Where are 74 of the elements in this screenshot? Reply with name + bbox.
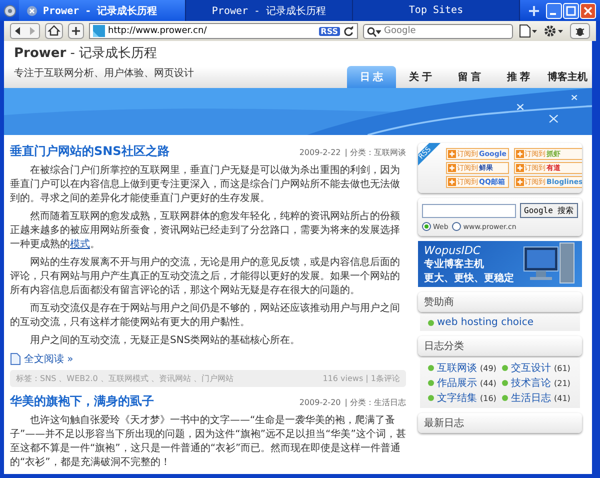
category-count: (41) — [554, 394, 570, 402]
reload-icon[interactable] — [343, 26, 354, 36]
browser-tab[interactable]: Top Sites — [353, 0, 520, 21]
category-count: (16) — [480, 394, 496, 402]
post-tags: 标签：SNS 、WEB2.0 、互联网模式 、资讯网站 、门户网站 — [16, 373, 234, 384]
plus-icon — [516, 178, 524, 186]
nav-tab[interactable]: 关 于 — [396, 66, 445, 88]
rss-badge[interactable]: RSS — [318, 26, 340, 36]
bullet-icon — [502, 395, 508, 401]
category-link[interactable]: 技术言论 — [511, 376, 551, 390]
widget-header: 最新日志 — [418, 413, 582, 433]
site-title[interactable]: Prower - 记录成长历程 — [14, 44, 194, 62]
compass-icon — [4, 4, 16, 16]
nav-tab[interactable]: 博客主机 — [543, 66, 592, 88]
minimize-icon[interactable] — [546, 2, 562, 18]
post-paragraph: 而互动交流仅是存在于网站与用户之间仍是不够的，网站还应该推动用户与用户之间的互动交流，只有这样才能使网站有更大的用户黏性。 — [10, 302, 401, 330]
post-paragraph: 用户之间的互动交流，无疑正是SNS类网站的基础核心所在。 — [29, 334, 302, 348]
category-count: (61) — [554, 364, 570, 372]
plus-icon — [448, 164, 456, 172]
widget-header: 日志分类 — [418, 336, 582, 356]
post-title[interactable]: 华美的旗袍下，满身的虱子 — [10, 393, 154, 410]
home-icon[interactable] — [45, 23, 63, 39]
close-icon[interactable] — [580, 2, 596, 18]
inline-link[interactable]: 模式 — [70, 239, 90, 250]
plus-icon — [516, 150, 524, 158]
post-paragraph: 然而随着互联网的愈发成熟，互联网群体的愈发年轻化，纯粹的资讯网站所占的份额正越来越多的被应用网站所蚕食，资讯网站已经走到了分岔路口，需要为将来的发展选择一种更成熟的模式。 — [10, 210, 401, 252]
ad-headline: 专业博客主机 — [424, 257, 485, 270]
category-link[interactable]: 文字结集 — [437, 391, 477, 405]
category-link[interactable]: 互联网谈 — [437, 361, 477, 375]
close-icon[interactable] — [27, 6, 37, 16]
bug-icon[interactable] — [570, 23, 590, 39]
bullet-icon — [428, 365, 434, 371]
category-count: (44) — [480, 378, 496, 388]
post-date: 2009-2-22 — [299, 148, 341, 157]
post-paragraph: 也许这句触自张爱玲《天才梦》一书中的文字——“生命是一袭华美的袍，爬满了蚤子”——并不足以形容当下所出现的问题，因为这件“旗袍”远不足以担当“华美”这个词，甚至这都不算是一件“旗袍”，这只是一件普通的“衣衫”而已。然而现在即使是这样一件普通的“衣衫”，都是充满破洞不完整的！ — [10, 414, 406, 470]
browser-tab[interactable]: Prower - 记录成长历程 — [19, 0, 186, 21]
post-paragraph: 网站的生存发展离不开与用户的交流，无论是用户的意见反馈，或是内容信息后面的评论，只有网站与用户产生真正的互动交流之后，才能得以更好的发展。如果一个网站的所有内容信息后面都没有留言评论的话，那这个网站无疑是存在很大的问题的。 — [10, 256, 401, 298]
read-more-link[interactable]: 全文阅读 » — [24, 352, 74, 366]
plus-icon — [516, 164, 524, 172]
search-input[interactable] — [422, 204, 516, 218]
widget-header: 赞助商 — [418, 292, 582, 312]
post-stats: 116 views | 1条评论 — [322, 373, 400, 384]
page-menu-icon[interactable] — [518, 24, 538, 38]
ad-brand: WopusIDC — [424, 244, 482, 256]
search-field[interactable]: Google — [363, 24, 513, 38]
address-field[interactable]: http://www.prower.cn/ RSS — [89, 23, 358, 39]
document-icon — [10, 353, 21, 365]
ad-slogan: 更大、更快、更稳定 — [424, 271, 514, 284]
plus-icon — [448, 150, 456, 158]
category-link[interactable]: 作品展示 — [437, 376, 477, 390]
plus-icon[interactable] — [68, 23, 84, 39]
maximize-icon[interactable] — [563, 2, 579, 18]
post-date: 2009-2-20 — [299, 398, 341, 407]
post-paragraph: 在被综合门户们所掌控的互联网里，垂直门户无疑是可以做为杀出重围的利剑，因为垂直门户可以在内容信息上做到更专注更深入，而这是综合门户网站所不能去做也无法做到的。寻求之间的差异化才能使垂直门户更好的生存发展。 — [10, 164, 401, 206]
nav-tab[interactable]: 留 言 — [445, 66, 494, 88]
bullet-icon — [502, 365, 508, 371]
browser-tab[interactable]: Prower - 记录成长历程 — [186, 0, 353, 21]
category-link[interactable]: 交互设计 — [511, 361, 551, 375]
nav-tab[interactable]: 推 荐 — [494, 66, 543, 88]
site-tagline: 专注于互联网分析、用户体验、网页设计 — [14, 66, 194, 80]
plus-icon — [448, 178, 456, 186]
bullet-icon — [428, 395, 434, 401]
bullet-icon — [428, 320, 434, 326]
post-category[interactable]: | 分类：生活日志 — [344, 397, 406, 408]
post-title[interactable]: 垂直门户网站的SNS社区之路 — [10, 143, 170, 160]
category-count: (21) — [554, 378, 570, 388]
settings-icon[interactable] — [543, 24, 565, 38]
search-button[interactable]: Google 搜索 — [520, 203, 578, 218]
bullet-icon — [428, 380, 434, 386]
category-count: (49) — [480, 364, 496, 372]
category-link[interactable]: 生活日志 — [511, 391, 551, 405]
ad-banner[interactable]: WopusIDC 专业博客主机 更大、更快、更稳定 — [418, 241, 582, 287]
post-category[interactable]: | 分类：互联网谈 — [344, 147, 406, 158]
bullet-icon — [502, 380, 508, 386]
